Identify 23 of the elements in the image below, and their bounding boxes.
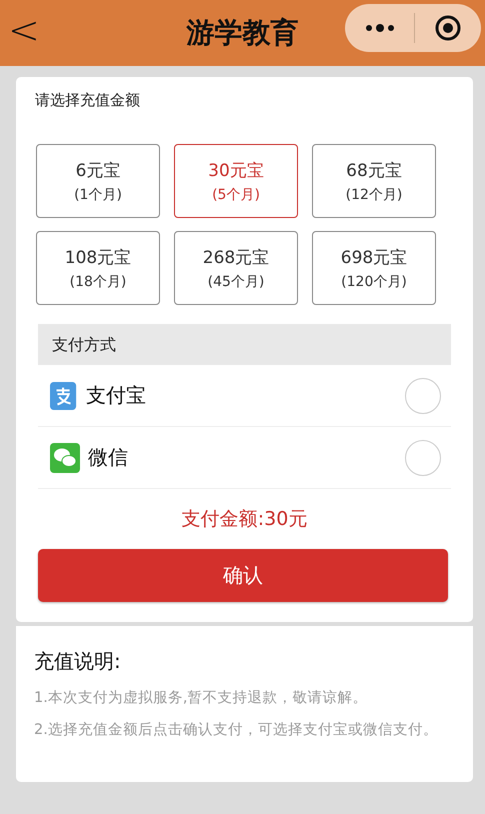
- radio-button[interactable]: [405, 440, 441, 476]
- page-title: 游学教育: [186, 15, 298, 51]
- wechat-icon: [50, 442, 80, 472]
- section-heading: 请选择充值金额: [35, 91, 141, 110]
- amount-option[interactable]: 6元宝 (1个月): [36, 144, 160, 218]
- amount-option[interactable]: 30元宝 (5个月): [174, 144, 298, 218]
- note-text: 2.选择充值金额后点击确认支付，可选择支付宝或微信支付。: [34, 720, 439, 740]
- amount-option[interactable]: 68元宝 (12个月): [312, 144, 436, 218]
- amount-option[interactable]: 268元宝 (45个月): [174, 231, 298, 305]
- close-icon[interactable]: [434, 14, 462, 42]
- confirm-button[interactable]: 确认: [38, 549, 448, 602]
- amount-option[interactable]: 698元宝 (120个月): [312, 231, 436, 305]
- notes-heading: 充值说明:: [34, 648, 122, 675]
- payment-total: 支付金额:30元: [180, 507, 308, 532]
- alipay-icon: [50, 380, 78, 410]
- note-text: 1.本次支付为虚拟服务,暂不支持退款，敬请谅解。: [34, 688, 368, 708]
- radio-button[interactable]: [405, 378, 441, 414]
- section-heading: 支付方式: [38, 324, 451, 365]
- payment-method-label: 支付宝: [86, 382, 147, 409]
- back-button[interactable]: <: [8, 8, 40, 52]
- amount-option[interactable]: 108元宝 (18个月): [36, 231, 160, 305]
- payment-method-label: 微信: [88, 444, 129, 471]
- more-icon[interactable]: [364, 23, 394, 33]
